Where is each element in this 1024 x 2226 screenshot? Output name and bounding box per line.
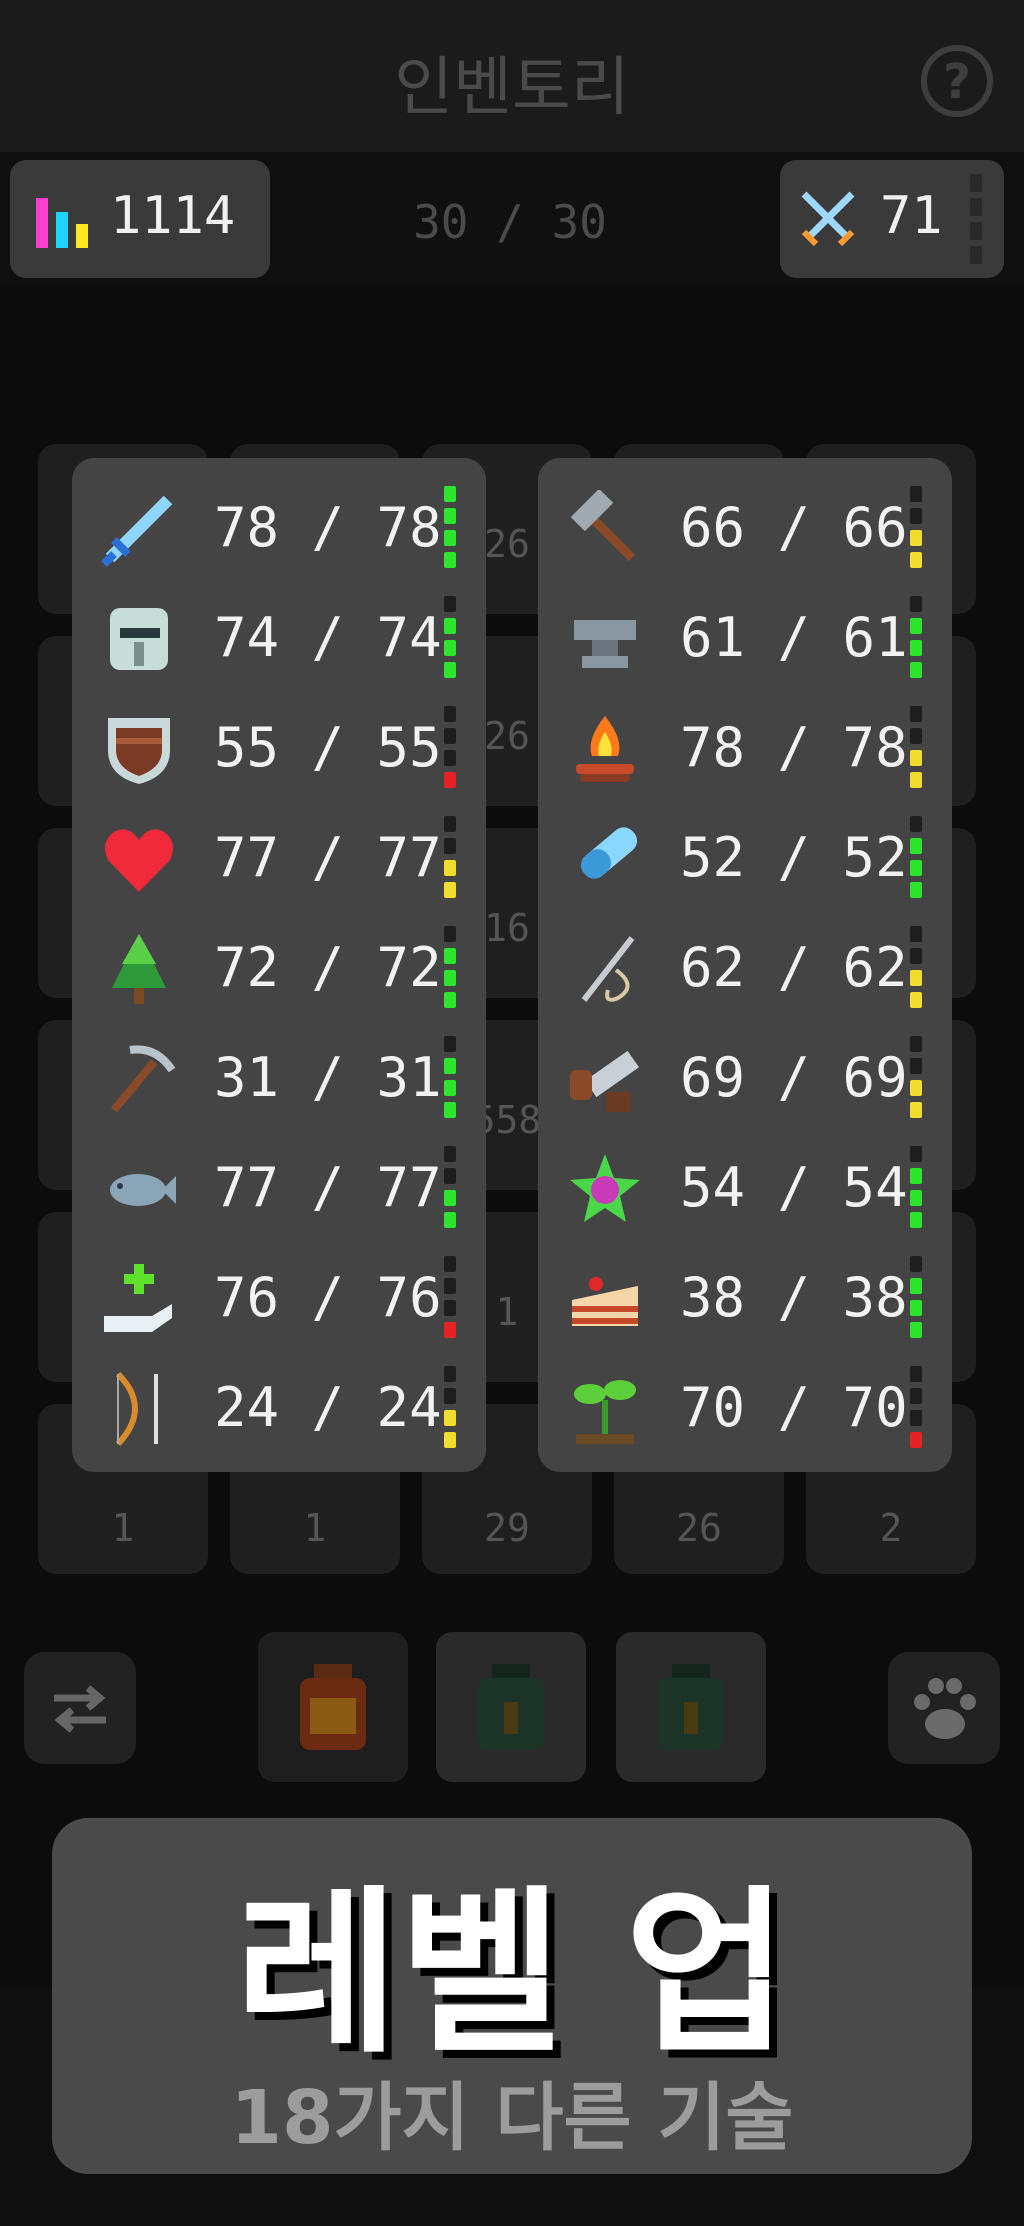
right-skill-level: 66 / 66 (680, 496, 908, 559)
left-skill-progress-bar (444, 706, 456, 788)
green-backpack-icon (478, 1664, 544, 1750)
healing-hand-icon (104, 1264, 172, 1332)
bow-icon (115, 1371, 158, 1447)
right-skill-level: 62 / 62 (680, 936, 908, 999)
right-skill-level: 38 / 38 (680, 1266, 908, 1329)
right-skill-progress-bar (910, 486, 922, 568)
right-skill-progress-bar (910, 1146, 922, 1228)
shield-icon (108, 718, 170, 784)
left-skill-progress-bar (444, 596, 456, 678)
left-skill-progress-bar (444, 1256, 456, 1338)
backpack-slot-1[interactable] (258, 1632, 408, 1782)
red-backpack-icon (300, 1664, 366, 1750)
inventory-slot-count: 2 (879, 1506, 903, 1550)
pickaxe-icon (110, 1045, 176, 1113)
right-skill-progress-bar (910, 926, 922, 1008)
tree-icon (112, 934, 166, 1004)
right-skill-level: 70 / 70 (680, 1376, 908, 1439)
magic-gem-icon (570, 1154, 640, 1222)
right-skill-progress-bar (910, 596, 922, 678)
left-skill-level: 78 / 78 (214, 496, 442, 559)
help-button[interactable]: ? (921, 45, 993, 117)
inventory-slot-count: 1 (111, 1506, 135, 1550)
left-skill-level: 77 / 77 (214, 1156, 442, 1219)
inventory-slot-count: 1 (303, 1506, 327, 1550)
fish-icon (110, 1174, 176, 1206)
left-skill-level: 24 / 24 (214, 1376, 442, 1439)
left-skill-level: 72 / 72 (214, 936, 442, 999)
right-skill-level: 69 / 69 (680, 1046, 908, 1109)
right-skill-level: 52 / 52 (680, 826, 908, 889)
hammer-icon (570, 490, 636, 562)
sword-icon (101, 495, 173, 567)
helmet-icon (110, 608, 168, 670)
swap-button[interactable] (24, 1652, 136, 1764)
needle-icon (581, 936, 635, 1002)
right-skill-level: 54 / 54 (680, 1156, 908, 1219)
inventory-slot-count: 29 (484, 1506, 530, 1550)
banner-title: 레벨 업 (235, 1870, 789, 2077)
green-backpack-icon (658, 1664, 724, 1750)
swap-arrows-icon (54, 1685, 106, 1733)
combat-level-button[interactable]: 71 (780, 160, 1004, 278)
combat-level-bar (970, 174, 982, 270)
left-skill-level: 76 / 76 (214, 1266, 442, 1329)
backpack-slot-2[interactable] (436, 1632, 586, 1782)
right-skill-level: 78 / 78 (680, 716, 908, 779)
right-skill-progress-bar (910, 816, 922, 898)
right-skill-progress-bar (910, 1256, 922, 1338)
pet-button[interactable] (888, 1652, 1000, 1764)
paw-icon (914, 1678, 976, 1739)
left-skill-level: 31 / 31 (214, 1046, 442, 1109)
left-skill-progress-bar (444, 486, 456, 568)
sprout-icon (574, 1380, 636, 1444)
left-skill-progress-bar (444, 1036, 456, 1118)
right-skill-level: 61 / 61 (680, 606, 908, 669)
left-skill-progress-bar (444, 1146, 456, 1228)
potion-vial-icon (581, 827, 638, 879)
right-skill-progress-bar (910, 1366, 922, 1448)
saw-icon (570, 1050, 640, 1112)
power-stat-button[interactable]: 1114 (10, 160, 270, 278)
left-skill-progress-bar (444, 816, 456, 898)
right-skill-progress-bar (910, 706, 922, 788)
inventory-slot-count: 26 (676, 1506, 722, 1550)
anvil-icon (574, 620, 636, 668)
left-skill-progress-bar (444, 1366, 456, 1448)
page-title: 인벤토리 (394, 51, 630, 125)
power-value: 1114 (110, 186, 236, 246)
left-skill-level: 55 / 55 (214, 716, 442, 779)
campfire-icon (576, 716, 634, 782)
crossed-swords-icon (801, 191, 855, 247)
right-skill-progress-bar (910, 1036, 922, 1118)
left-skill-level: 74 / 74 (214, 606, 442, 669)
banner-subtitle: 18가지 다른 기술 (230, 2075, 794, 2161)
left-skill-progress-bar (444, 926, 456, 1008)
bar-chart-icon (36, 198, 88, 248)
combat-level-value: 71 (880, 186, 943, 246)
backpack-slot-3[interactable] (616, 1632, 766, 1782)
inventory-capacity: 30 / 30 (413, 195, 607, 249)
left-skill-level: 77 / 77 (214, 826, 442, 889)
heart-icon (105, 829, 173, 892)
cake-icon (572, 1277, 638, 1326)
